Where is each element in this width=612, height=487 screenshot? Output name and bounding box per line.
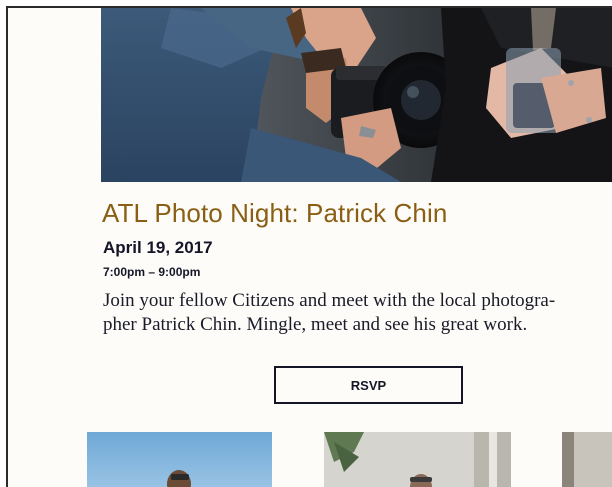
thumbnail-photo-3 bbox=[562, 432, 612, 487]
event-date: April 19, 2017 bbox=[103, 238, 213, 257]
gallery-thumbnail-2[interactable] bbox=[324, 432, 511, 487]
hero-photo-illustration bbox=[101, 8, 612, 182]
thumbnail-photo-1 bbox=[87, 432, 272, 487]
thumbnail-photo-2 bbox=[324, 432, 511, 487]
viewport: ATL Photo Night: Patrick Chin April 19, … bbox=[0, 0, 612, 487]
event-description-line-2: pher Patrick Chin. Mingle, meet and see … bbox=[103, 314, 528, 335]
event-title: ATL Photo Night: Patrick Chin bbox=[102, 198, 448, 228]
gallery-thumbnail-3[interactable] bbox=[562, 432, 612, 487]
event-description-line-1: Join your fellow Citizens and meet with … bbox=[103, 290, 556, 311]
event-hero-image bbox=[101, 8, 612, 182]
event-page: ATL Photo Night: Patrick Chin April 19, … bbox=[6, 6, 612, 487]
event-description: Join your fellow Citizens and meet with … bbox=[103, 289, 609, 337]
event-time: 7:00pm – 9:00pm bbox=[103, 265, 201, 279]
rsvp-button[interactable]: RSVP bbox=[274, 366, 463, 404]
gallery-thumbnail-1[interactable] bbox=[87, 432, 272, 487]
